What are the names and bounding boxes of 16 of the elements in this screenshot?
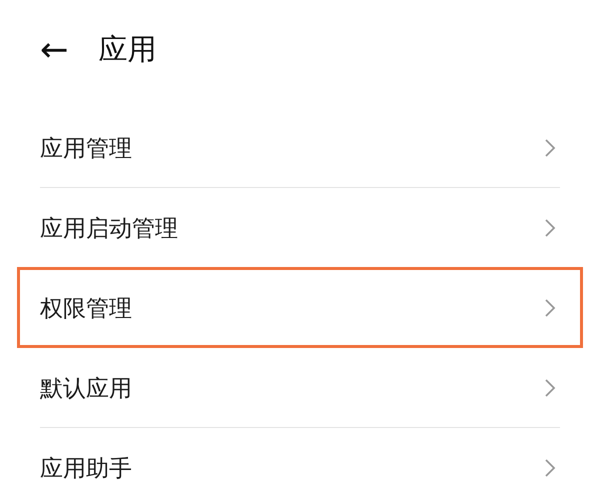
- settings-item[interactable]: 应用启动管理: [0, 188, 600, 268]
- settings-item[interactable]: 应用管理: [0, 108, 600, 188]
- item-label: 应用助手: [40, 454, 132, 484]
- item-label: 应用管理: [40, 134, 132, 164]
- item-label: 权限管理: [40, 294, 132, 324]
- page-title: 应用: [98, 31, 156, 68]
- item-label: 默认应用: [40, 374, 132, 404]
- chevron-right-icon: [544, 378, 556, 398]
- settings-item[interactable]: 默认应用: [0, 348, 600, 428]
- settings-item[interactable]: 权限管理: [0, 268, 600, 348]
- chevron-right-icon: [544, 458, 556, 478]
- back-button[interactable]: ←: [40, 33, 68, 67]
- chevron-right-icon: [544, 218, 556, 238]
- chevron-right-icon: [544, 138, 556, 158]
- chevron-right-icon: [544, 298, 556, 318]
- item-label: 应用启动管理: [40, 214, 178, 244]
